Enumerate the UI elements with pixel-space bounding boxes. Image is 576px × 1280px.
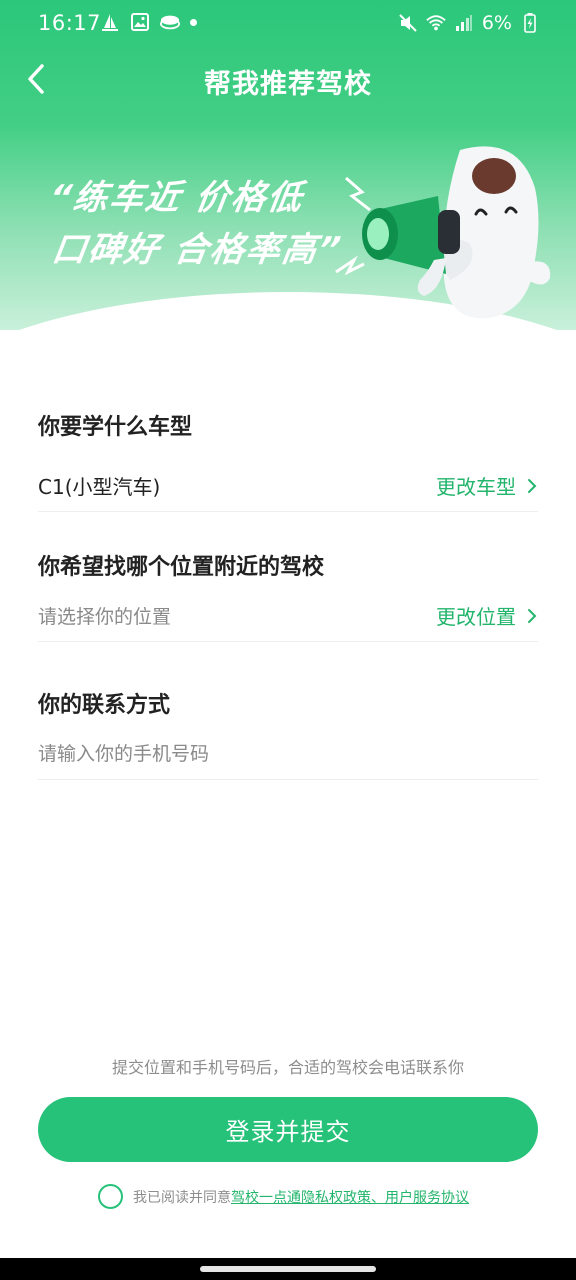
status-time: 16:17 [38, 11, 102, 35]
location-row[interactable]: 请选择你的位置 更改位置 [38, 590, 538, 642]
change-location-button[interactable]: 更改位置 [436, 601, 538, 630]
car-type-value: C1(小型汽车) [38, 475, 161, 499]
image-icon [130, 12, 150, 32]
change-car-type-button[interactable]: 更改车型 [436, 471, 538, 500]
status-bar: 16:17 6% [0, 0, 576, 48]
page-title: 帮我推荐驾校 [204, 69, 372, 100]
car-type-label: 你要学什么车型 [38, 415, 193, 440]
signal-icon [454, 13, 474, 33]
submit-tip: 提交位置和手机号码后，合适的驾校会电话联系你 [111, 1058, 464, 1077]
slogan-line-2: 口碑好 合格率高” [49, 230, 345, 270]
location-placeholder: 请选择你的位置 [38, 606, 172, 628]
phone-input[interactable] [38, 742, 538, 765]
contact-label: 你的联系方式 [38, 693, 171, 718]
wifi-icon [426, 13, 446, 33]
car-type-row[interactable]: C1(小型汽车) 更改车型 [38, 460, 538, 512]
sailboat-icon [100, 12, 120, 32]
recommend-form: 你要学什么车型 C1(小型汽车) 更改车型 你希望找哪个位置附近的驾校 请选择你… [38, 400, 538, 780]
chevron-right-icon [528, 608, 537, 623]
home-indicator[interactable] [200, 1266, 376, 1272]
location-label: 你希望找哪个位置附近的驾校 [38, 555, 325, 580]
battery-percent: 6% [481, 12, 512, 34]
agreement-row: 我已阅读并同意驾校一点通隐私权政策、用户服务协议 [98, 1184, 469, 1209]
agreement-prefix: 我已阅读并同意 [133, 1189, 231, 1206]
change-location-label: 更改位置 [436, 605, 516, 629]
chevron-right-icon [528, 478, 537, 493]
agreement-checkbox[interactable] [98, 1184, 123, 1209]
agreement-link[interactable]: 驾校一点通隐私权政策、用户服务协议 [231, 1190, 469, 1206]
change-car-type-label: 更改车型 [436, 475, 516, 499]
stack-icon [160, 12, 180, 32]
login-submit-button[interactable]: 登录并提交 [38, 1097, 538, 1162]
mute-icon [398, 13, 418, 33]
battery-icon [520, 13, 540, 33]
banner-slogan: “练车近 价格低 口碑好 合格率高” [39, 172, 353, 276]
phone-input-row [38, 728, 538, 780]
dot-icon [190, 18, 197, 26]
mascot-megaphone-illustration [335, 146, 551, 319]
slogan-line-1: “练车近 价格低 [46, 178, 307, 218]
